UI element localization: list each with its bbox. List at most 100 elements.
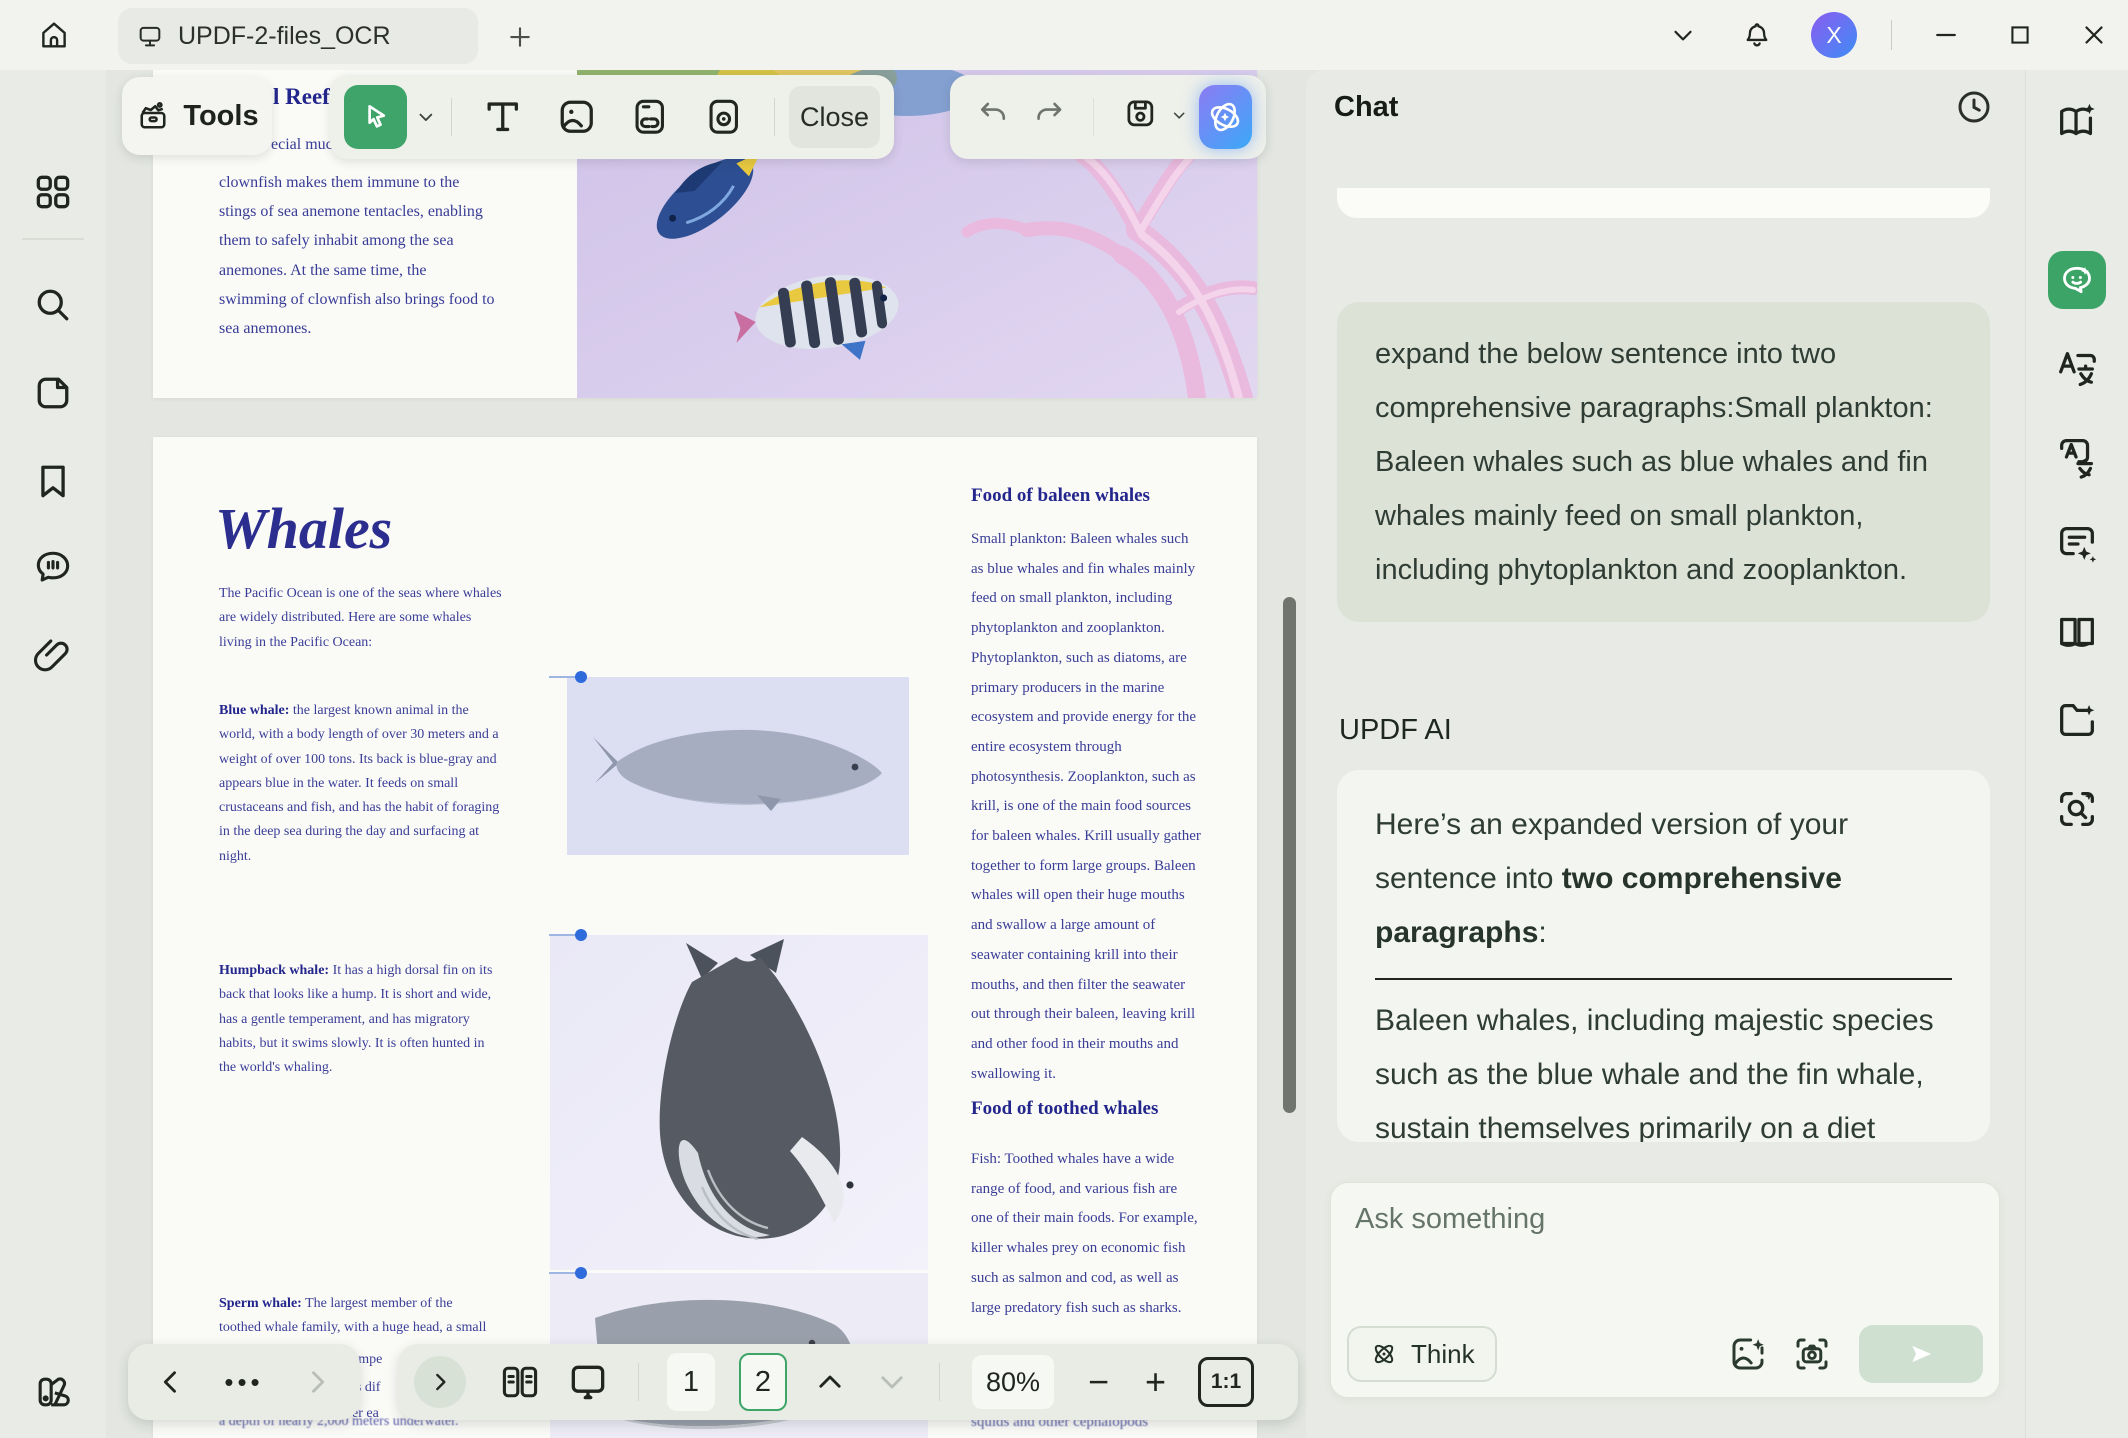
tools-button[interactable]: Tools [122,77,272,155]
forward-chevron-icon[interactable] [300,1365,334,1399]
previous-page-chevron-icon[interactable] [813,1365,847,1399]
sidebar-divider [22,238,84,240]
translate-icon[interactable] [2054,345,2100,391]
atom-icon [1369,1339,1399,1369]
comments-icon[interactable] [31,545,75,589]
selection-handle[interactable] [575,671,587,683]
search-icon[interactable] [31,283,75,327]
toolbar-divider [638,1363,639,1401]
ai-response-bubble: Here’s an expanded version of your sente… [1337,770,1990,1142]
updf-ai-button[interactable] [1199,85,1252,149]
window-controls-divider [1891,20,1892,50]
page2-title: Whales [215,495,392,562]
send-button[interactable] [1859,1325,1983,1383]
blue-whale-image[interactable] [567,677,909,855]
link-tool-icon[interactable] [628,95,672,139]
expand-panel-button[interactable] [414,1356,466,1408]
tab-list-chevron[interactable] [1663,15,1703,55]
humpback-whale-label: Humpback whale: [219,963,329,978]
select-tool-chevron-icon[interactable] [415,106,437,128]
translate-page-icon[interactable] [2054,433,2100,479]
attachment-icon[interactable] [31,634,75,678]
send-icon [1906,1339,1936,1369]
attach-image-sparkle-icon[interactable] [1727,1333,1769,1375]
ai-folder-icon[interactable] [2054,697,2100,743]
home-button[interactable] [28,10,80,60]
selection-handle[interactable] [575,1267,587,1279]
user-avatar[interactable]: X [1811,12,1857,58]
close-window-button[interactable] [2074,15,2114,55]
selection-handle[interactable] [575,929,587,941]
more-pages-button[interactable]: ••• [224,1367,263,1398]
ai-response-divider [1375,978,1952,980]
tab-title: UPDF-2-files_OCR [178,22,391,51]
document-tab[interactable]: UPDF-2-files_OCR [118,8,478,64]
ai-summarize-icon[interactable] [2054,521,2100,567]
think-toggle-button[interactable]: Think [1347,1326,1497,1382]
pdf-page-2[interactable]: Whales The Pacific Ocean is one of the s… [153,437,1257,1438]
humpback-whale-paragraph: Humpback whale: It has a high dorsal fin… [219,959,519,1080]
page2-intro: The Pacific Ocean is one of the seas whe… [219,582,519,655]
reader-book-icon[interactable] [2054,609,2100,655]
sperm-whale-paragraph: Sperm whale: The largest member of the t… [219,1292,519,1341]
notification-bell-icon[interactable] [1737,15,1777,55]
humpback-whale-image[interactable] [550,935,928,1270]
text-tool-icon[interactable] [481,95,525,139]
toothed-food-heading: Food of toothed whales [971,1098,1158,1120]
minimize-button[interactable] [1926,15,1966,55]
selection-guide-line [549,1272,577,1274]
ai-chat-smiley-icon [2057,260,2097,300]
ai-chat-panel: Chat expand the below sentence into two … [1306,70,2025,1438]
toolbar-divider [939,1363,940,1401]
read-summary-icon[interactable] [2054,99,2100,145]
cursor-icon [359,100,393,134]
zoom-level-display[interactable]: 80% [972,1355,1054,1409]
maximize-button[interactable] [2000,15,2040,55]
chat-input-toolbar: Think [1347,1325,1983,1383]
ai-sender-name: UPDF AI [1339,714,1452,747]
screenshot-camera-icon[interactable] [1791,1333,1833,1375]
ai-search-icon[interactable] [2054,786,2100,832]
baleen-food-heading: Food of baleen whales [971,485,1150,507]
save-icon[interactable] [1122,95,1159,139]
zoom-in-button[interactable]: + [1145,1361,1166,1403]
page-1-thumbnail-button[interactable]: 1 [667,1353,715,1411]
next-page-chevron-icon[interactable] [875,1365,909,1399]
tools-label: Tools [183,100,258,133]
presentation-mode-icon[interactable] [566,1360,610,1404]
redo-icon[interactable] [1033,97,1066,137]
toolbar-divider [1093,98,1094,136]
page-thumbnails-icon[interactable] [31,170,75,214]
undo-icon[interactable] [976,97,1009,137]
chat-history-icon[interactable] [1953,86,1995,128]
chat-input[interactable] [1331,1183,1999,1301]
plus-icon [505,22,535,52]
theme-palette-icon[interactable] [31,1370,75,1414]
chat-header: Chat [1306,70,2025,144]
sperm-whale-label: Sperm whale: [219,1296,302,1311]
close-edit-button[interactable]: Close [789,86,880,148]
selection-guide-line [549,934,577,936]
save-options-chevron-icon[interactable] [1170,106,1188,128]
think-label: Think [1411,1339,1475,1370]
monitor-icon [136,22,164,50]
bookmark-icon[interactable] [31,459,75,503]
page-view-icon[interactable] [31,371,75,415]
page-2-thumbnail-button[interactable]: 2 [739,1353,787,1411]
title-bar: UPDF-2-files_OCR X [0,0,2128,70]
two-page-view-icon[interactable] [498,1360,542,1404]
history-save-toolbar [950,75,1266,159]
actual-size-button[interactable]: 1:1 [1198,1357,1254,1407]
document-viewport[interactable]: l Reef ecial muc clownfish makes them im… [106,70,1306,1438]
back-chevron-icon[interactable] [154,1365,188,1399]
ai-chat-active-button[interactable] [2048,251,2106,309]
document-scrollbar[interactable] [1283,597,1296,1113]
new-tab-button[interactable] [500,17,540,57]
select-tool-button[interactable] [344,85,407,149]
toolbar-divider [774,98,775,136]
toothed-food-paragraph: Fish: Toothed whales have a wide range o… [971,1145,1271,1323]
blue-whale-paragraph: Blue whale: the largest known animal in … [219,699,519,869]
zoom-out-button[interactable]: − [1088,1361,1109,1403]
page-pin-tool-icon[interactable] [702,95,746,139]
image-tool-icon[interactable] [555,95,599,139]
